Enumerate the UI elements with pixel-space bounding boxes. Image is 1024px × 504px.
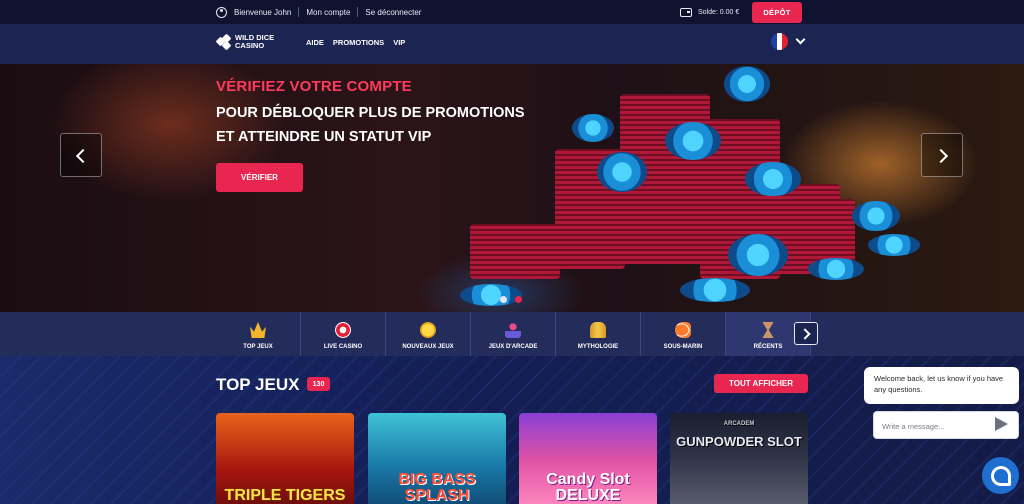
game-brand: ARCADEM <box>723 421 755 427</box>
nav-link-aide[interactable]: AIDE <box>306 38 324 47</box>
send-icon[interactable] <box>995 417 1008 431</box>
user-links: Bienvenue John Mon compte Se déconnecter <box>216 0 421 24</box>
game-card-triple-tigers[interactable]: TRIPLE TIGERS <box>216 413 354 504</box>
my-account-link[interactable]: Mon compte <box>306 8 350 17</box>
game-title: Candy Slot DELUXE <box>546 471 630 504</box>
carousel-dot-2-active[interactable] <box>515 296 522 303</box>
new-badge-icon <box>420 322 436 338</box>
nav-link-vip[interactable]: VIP <box>393 38 405 47</box>
category-nouveaux-jeux[interactable]: NOUVEAUX JEUX <box>386 312 471 356</box>
pharaoh-icon <box>590 322 606 338</box>
show-all-button[interactable]: TOUT AFFICHER <box>714 374 808 393</box>
hero-banner: VÉRIFIEZ VOTRE COMPTE POUR DÉBLOQUER PLU… <box>0 64 1024 312</box>
game-count-badge: 130 <box>307 377 330 391</box>
user-icon <box>216 6 227 18</box>
game-card-big-bass-splash[interactable]: BIG BASS SPLASH <box>368 413 506 504</box>
category-jeux-arcade[interactable]: JEUX D'ARCADE <box>471 312 556 356</box>
main-nav: WILD DICE CASINO AIDE PROMOTIONS VIP <box>0 24 1024 64</box>
logo-text: WILD DICE CASINO <box>235 33 275 50</box>
game-card-candy-slot-deluxe[interactable]: Candy Slot DELUXE <box>519 413 657 504</box>
crown-icon <box>250 322 266 338</box>
joystick-icon <box>505 322 521 338</box>
fish-icon <box>675 322 691 338</box>
carousel-next-button[interactable] <box>921 133 963 177</box>
carousel-prev-button[interactable] <box>60 133 102 177</box>
category-top-jeux[interactable]: TOP JEUX <box>216 312 301 356</box>
chat-welcome-bubble: Welcome back, let us know if you have an… <box>864 367 1019 404</box>
nav-link-promotions[interactable]: PROMOTIONS <box>333 38 384 47</box>
logout-link[interactable]: Se déconnecter <box>365 8 421 17</box>
hero-title: VÉRIFIEZ VOTRE COMPTE <box>216 78 412 95</box>
wallet-icon <box>680 7 692 17</box>
deposit-button[interactable]: DÉPÔT <box>752 2 802 23</box>
france-flag-icon[interactable] <box>771 33 788 50</box>
divider <box>298 7 300 17</box>
category-bar: TOP JEUX LIVE CASINO NOUVEAUX JEUX JEUX … <box>0 312 1024 356</box>
verify-button[interactable]: VÉRIFIER <box>216 163 303 192</box>
category-sous-marin[interactable]: SOUS-MARIN <box>641 312 726 356</box>
dice-logo-icon <box>215 33 232 51</box>
divider <box>357 7 359 17</box>
logo[interactable]: WILD DICE CASINO <box>215 33 275 51</box>
balance-area: Solde: 0.00 € <box>680 0 739 24</box>
hero-subtitle: POUR DÉBLOQUER PLUS DE PROMOTIONS ET ATT… <box>216 105 525 145</box>
game-title: BIG BASS SPLASH <box>398 471 476 504</box>
balance-text: Solde: 0.00 € <box>698 8 740 16</box>
section-title: TOP JEUX <box>216 375 300 394</box>
category-next-button[interactable] <box>794 322 818 345</box>
category-mythologie[interactable]: MYTHOLOGIE <box>556 312 641 356</box>
chat-launcher-button[interactable] <box>982 457 1019 494</box>
game-title: TRIPLE TIGERS <box>224 487 346 504</box>
game-card-gunpowder-slot[interactable]: ARCADEM GUNPOWDER SLOT <box>670 413 808 504</box>
welcome-text: Bienvenue John <box>234 7 292 17</box>
game-title: GUNPOWDER SLOT <box>676 434 802 449</box>
roulette-chip-icon <box>335 322 351 338</box>
category-live-casino[interactable]: LIVE CASINO <box>301 312 386 356</box>
nav-links: AIDE PROMOTIONS VIP <box>306 38 405 47</box>
hourglass-icon <box>762 322 774 338</box>
top-utility-bar: Bienvenue John Mon compte Se déconnecter… <box>0 0 1024 24</box>
carousel-dot-1[interactable] <box>500 296 507 303</box>
